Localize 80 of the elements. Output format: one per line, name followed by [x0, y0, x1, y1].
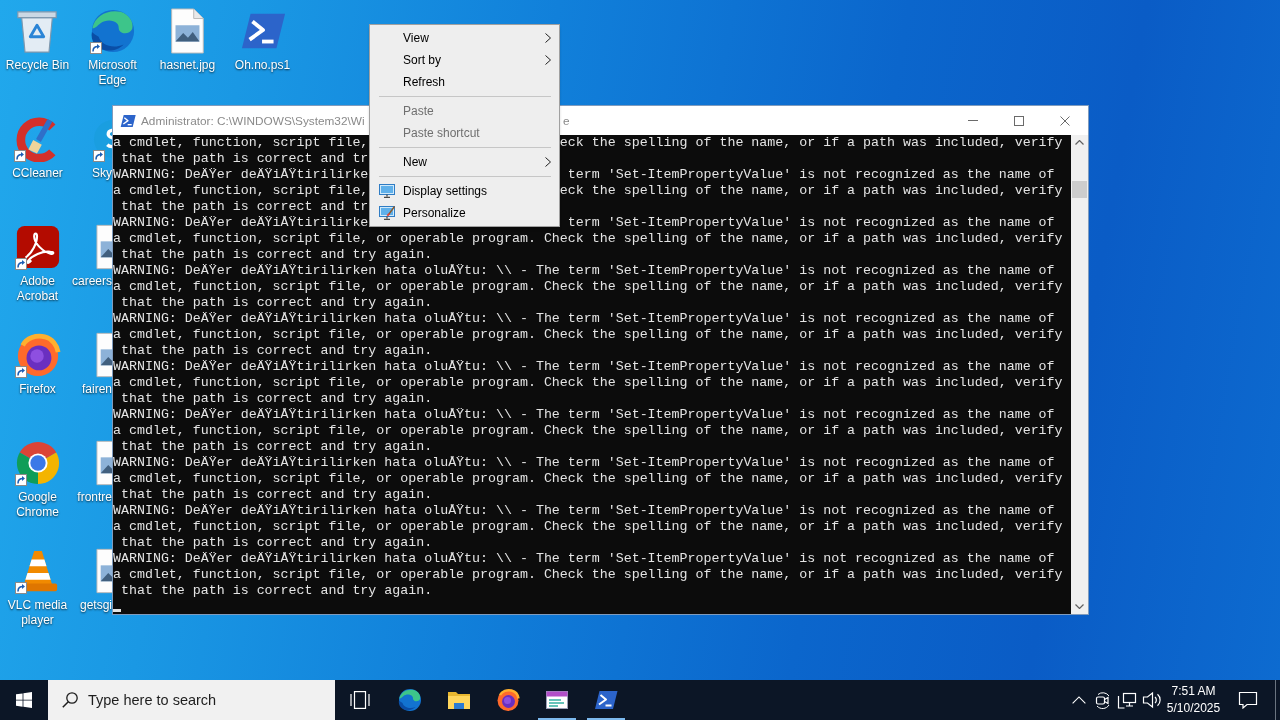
menu-item[interactable]: New — [370, 151, 559, 173]
cursor-icon — [113, 609, 121, 612]
console-line: a cmdlet, function, script file, or operable program. Check the spelling of the name, or if a path was included, verify — [113, 375, 1063, 391]
terminal-icon — [593, 688, 618, 712]
desktop-item[interactable]: hasnet.jpg — [159, 8, 216, 73]
window-title: Administrator: C:\WINDOWS\System32\Wi — [141, 113, 365, 128]
console-line-fragment: WARNING: DeÄŸer deÄŸiÅŸtirilirke — [113, 167, 369, 183]
search-field[interactable]: Type here to search — [48, 680, 335, 720]
scrollbar-thumb[interactable] — [1072, 181, 1087, 198]
notification-icon — [1238, 691, 1258, 709]
console-line: WARNING: DeÄŸer deÄŸiÅŸtirilirken hata oluÅŸtu: \\ - The term 'Set-ItemPropertyValue' is not recognized as the name of — [113, 359, 1055, 375]
browser-icon — [89, 8, 136, 54]
console-line: that the path is correct and try again. — [119, 343, 433, 359]
console-line: WARNING: DeÄŸer deÄŸiÅŸtirilirken hata oluÅŸtu: \\ - The term 'Set-ItemPropertyValue' is not recognized as the name of — [113, 407, 1055, 423]
console-line: that the path is correct and try again. — [119, 391, 433, 407]
browser-icon — [495, 688, 520, 712]
desktop-item[interactable]: Microsoft Edge — [75, 8, 150, 88]
console-line-fragment: eck the spelling of the name, or if a path was included, verify — [559, 135, 1063, 151]
close-icon — [1060, 115, 1070, 126]
console-line: that the path is correct and try again. — [119, 439, 433, 455]
desktop-item[interactable]: VLC media player — [0, 548, 75, 628]
console-line: a cmdlet, function, script file, or operable program. Check the spelling of the name, or if a path was included, verify — [113, 519, 1063, 535]
maximize-icon — [1014, 115, 1024, 126]
menu-item[interactable]: Display settings — [370, 180, 559, 202]
task-view-icon — [350, 691, 370, 709]
console-line: WARNING: DeÄŸer deÄŸiÅŸtirilirken hata oluÅŸtu: \\ - The term 'Set-ItemPropertyValue' is not recognized as the name of — [113, 551, 1055, 567]
console-line-fragment: that the path is correct and tr — [119, 151, 369, 167]
pdf-icon — [14, 224, 61, 270]
network-icon[interactable] — [1117, 691, 1137, 709]
console-line: WARNING: DeÄŸer deÄŸiÅŸtirilirken hata oluÅŸtu: \\ - The term 'Set-ItemPropertyValue' is not recognized as the name of — [113, 455, 1055, 471]
window-title-fragment: e — [563, 113, 570, 128]
console-line-fragment: a cmdlet, function, script file, — [113, 183, 369, 199]
browser-icon — [14, 440, 61, 486]
console-line: a cmdlet, function, script file, or operable program. Check the spelling of the name, or if a path was included, verify — [113, 327, 1063, 343]
desktop-item[interactable]: Oh.no.ps1 — [234, 8, 291, 73]
caret-down-icon[interactable] — [1075, 604, 1084, 609]
volume-icon[interactable] — [1141, 691, 1161, 709]
monitor-icon — [379, 184, 395, 198]
terminal-icon — [120, 112, 136, 129]
caret-up-icon[interactable] — [1075, 140, 1084, 145]
image-file-icon — [96, 440, 112, 486]
image-file-icon — [96, 332, 112, 378]
minimize-icon — [968, 120, 978, 121]
image-file-icon — [96, 548, 112, 594]
console-line-fragment: WARNING: DeÄŸer deÄŸiÅŸtirilirke — [113, 215, 369, 231]
console-line: WARNING: DeÄŸer deÄŸiÅŸtirilirken hata oluÅŸtu: \\ - The term 'Set-ItemPropertyValue' is not recognized as the name of — [113, 263, 1055, 279]
console-line-fragment: a cmdlet, function, script file, — [113, 135, 369, 151]
console-line-fragment: that the path is correct and tr — [119, 199, 369, 215]
console-line-fragment: eck the spelling of the name, or if a path was included, verify — [559, 183, 1063, 199]
console-line: that the path is correct and try again. — [119, 535, 433, 551]
chevron-up-icon[interactable] — [1072, 696, 1086, 704]
desktop-item[interactable]: Firefox — [14, 332, 61, 397]
clock[interactable]: 7:51 AM 5/10/2025 — [1163, 680, 1224, 720]
search-icon — [62, 692, 78, 708]
console-line: that the path is correct and try again. — [119, 583, 433, 599]
image-file-icon — [96, 224, 112, 270]
menu-item[interactable]: Personalize — [370, 202, 559, 224]
menu-item[interactable]: View — [370, 27, 559, 49]
browser-icon — [397, 688, 422, 712]
console-line-fragment: term 'Set-ItemPropertyValue' is not recognized as the name of — [566, 167, 1055, 183]
desktop-item[interactable]: Google Chrome — [0, 440, 75, 520]
monitor-brush-icon — [379, 206, 395, 220]
console-line: WARNING: DeÄŸer deÄŸiÅŸtirilirken hata oluÅŸtu: \\ - The term 'Set-ItemPropertyValue' is not recognized as the name of — [113, 311, 1055, 327]
desktop-item[interactable]: Recycle Bin — [5, 8, 70, 73]
console-line: that the path is correct and try again. — [119, 247, 433, 263]
windows-logo-icon — [16, 692, 32, 708]
console-line-fragment: term 'Set-ItemPropertyValue' is not recognized as the name of — [566, 215, 1055, 231]
video-camera-icon[interactable] — [1094, 691, 1112, 709]
console-line: a cmdlet, function, script file, or operable program. Check the spelling of the name, or if a path was included, verify — [113, 279, 1063, 295]
console-line: a cmdlet, function, script file, or operable program. Check the spelling of the name, or if a path was included, verify — [113, 567, 1063, 583]
desktop-item[interactable]: CCleaner — [12, 116, 63, 181]
console-line: that the path is correct and try again. — [119, 295, 433, 311]
menu-item[interactable]: Refresh — [370, 71, 559, 93]
console-line: that the path is correct and try again. — [119, 487, 433, 503]
menu-item[interactable]: Sort by — [370, 49, 559, 71]
console-line: a cmdlet, function, script file, or operable program. Check the spelling of the name, or if a path was included, verify — [113, 471, 1063, 487]
console-line: WARNING: DeÄŸer deÄŸiÅŸtirilirken hata oluÅŸtu: \\ - The term 'Set-ItemPropertyValue' is not recognized as the name of — [113, 503, 1055, 519]
console-line: a cmdlet, function, script file, or operable program. Check the spelling of the name, or if a path was included, verify — [113, 231, 1063, 247]
app-window-icon — [544, 688, 569, 712]
console-line: a cmdlet, function, script file, or operable program. Check the spelling of the name, or if a path was included, verify — [113, 423, 1063, 439]
